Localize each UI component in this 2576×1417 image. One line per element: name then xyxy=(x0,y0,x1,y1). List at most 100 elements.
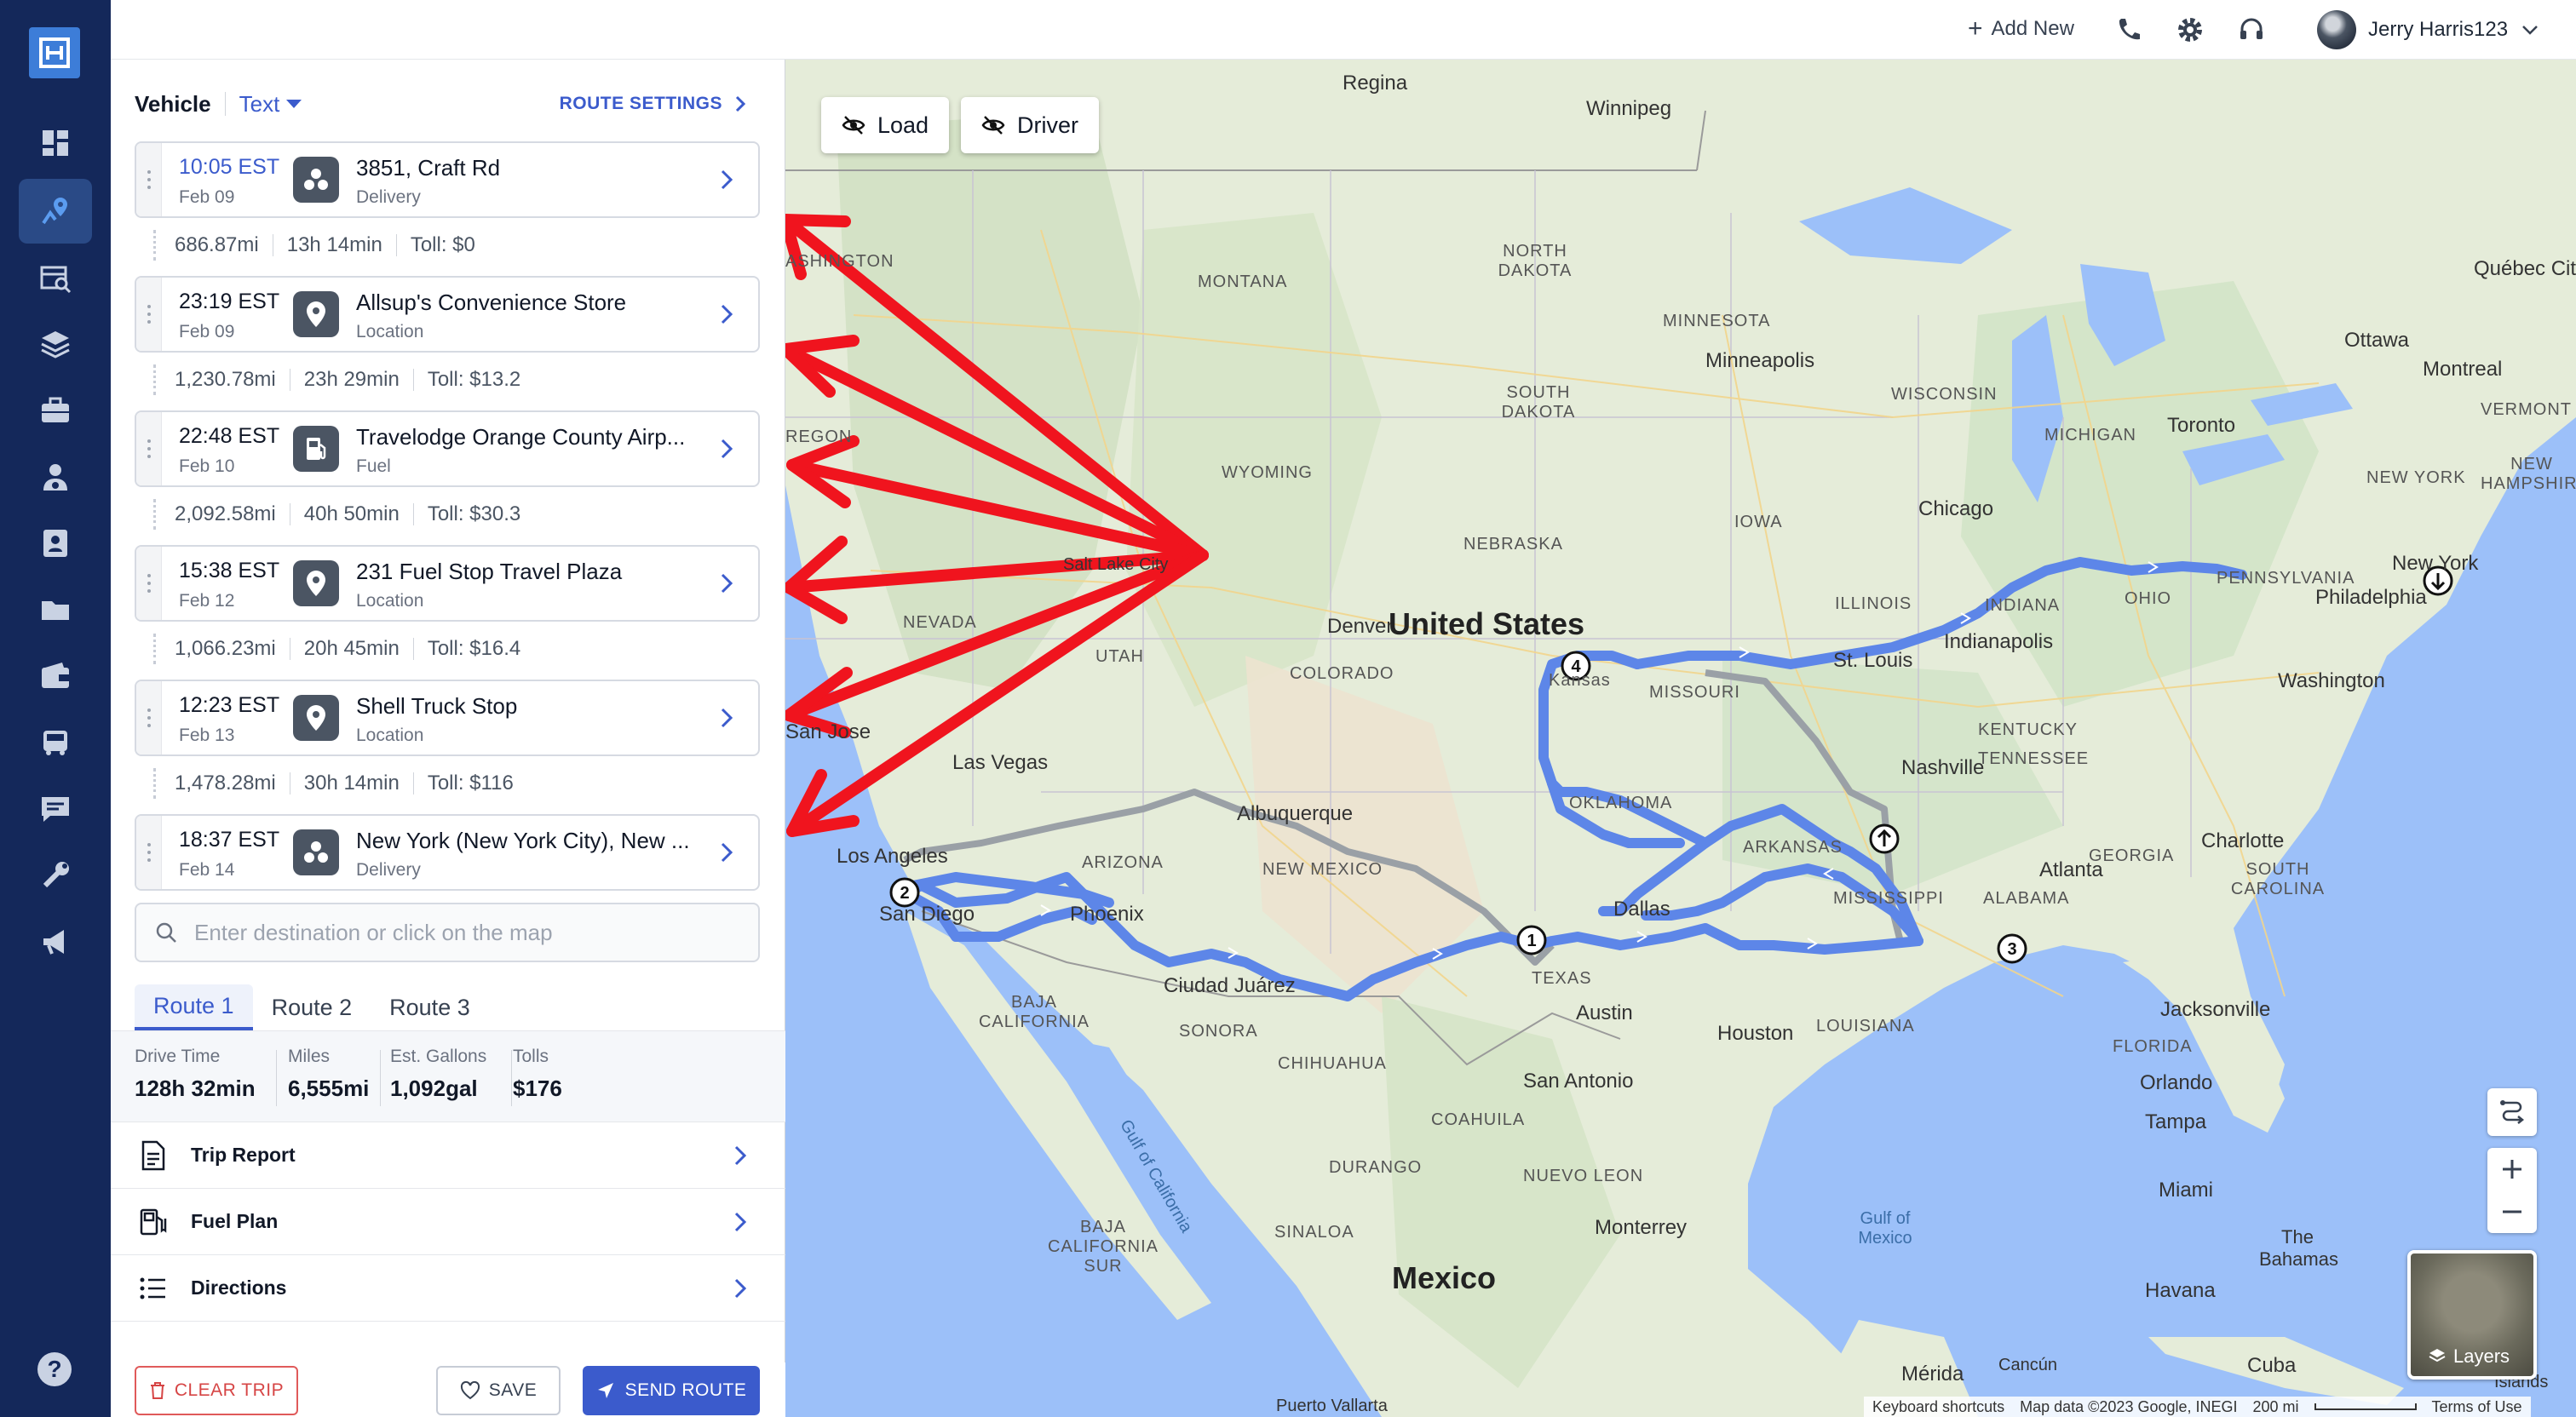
gear-icon[interactable] xyxy=(2176,15,2205,44)
stop-card[interactable]: 18:37 EST Feb 14 New York (New York City… xyxy=(135,814,760,891)
route-options-button[interactable] xyxy=(2487,1088,2537,1136)
location-pin-icon xyxy=(293,560,339,606)
drag-handle-icon[interactable] xyxy=(136,547,162,620)
fuel-plan-row[interactable]: Fuel Plan xyxy=(111,1189,785,1255)
state-label: IOWA xyxy=(1734,513,1783,531)
headset-icon[interactable] xyxy=(2237,15,2266,44)
trip-report-row[interactable]: Trip Report xyxy=(111,1122,785,1189)
trip-report-label: Trip Report xyxy=(191,1144,296,1166)
search-icon xyxy=(156,922,176,943)
nav-tools-icon[interactable] xyxy=(19,843,92,908)
leg-toll: Toll: $30.3 xyxy=(427,502,521,525)
nav-folder-icon[interactable] xyxy=(19,577,92,642)
save-button[interactable]: SAVE xyxy=(436,1366,561,1415)
state-label: BAJA CALIFORNIA SUR xyxy=(1048,1218,1159,1276)
nav-briefcase-icon[interactable] xyxy=(19,378,92,443)
nav-truck-icon[interactable] xyxy=(19,710,92,775)
chevron-right-icon[interactable] xyxy=(714,167,739,192)
stop-card[interactable]: 12:23 EST Feb 13 Shell Truck Stop Locati… xyxy=(135,680,760,756)
stop-time: 15:38 EST xyxy=(179,559,280,582)
driver-toggle-button[interactable]: Driver xyxy=(961,97,1099,153)
drag-handle-icon[interactable] xyxy=(136,681,162,754)
stop-card[interactable]: 15:38 EST Feb 12 231 Fuel Stop Travel Pl… xyxy=(135,545,760,622)
map-label: Jacksonville xyxy=(2160,998,2271,1021)
waypoint-3-label: 3 xyxy=(2007,940,2016,959)
directions-row[interactable]: Directions xyxy=(111,1255,785,1322)
stat-value: $176 xyxy=(513,1076,562,1101)
caret-down-icon xyxy=(286,100,302,108)
nav-layers-icon[interactable] xyxy=(19,312,92,376)
delivery-icon xyxy=(293,157,339,203)
zoom-in-button[interactable] xyxy=(2500,1148,2524,1190)
load-toggle-button[interactable]: Load xyxy=(821,97,950,153)
leg-miles: 1,230.78mi xyxy=(175,368,276,391)
vehicle-select[interactable]: Text xyxy=(239,91,302,118)
stop-name: Travelodge Orange County Airp... xyxy=(356,424,686,450)
add-new-button[interactable]: + Add New xyxy=(1968,14,2074,44)
delivery-icon xyxy=(293,829,339,875)
leg-summary: 1,066.23mi 20h 45min Toll: $16.4 xyxy=(153,632,520,666)
leg-miles: 1,478.28mi xyxy=(175,772,276,795)
nav-wallet-icon[interactable] xyxy=(19,644,92,708)
top-bar: + Add New Jerry Harris123 xyxy=(111,0,2576,60)
destination-search[interactable]: Enter destination or click on the map xyxy=(135,903,760,962)
state-label: OKLAHOMA xyxy=(1569,794,1673,812)
drag-handle-icon[interactable] xyxy=(136,278,162,351)
map-label: Montreal xyxy=(2423,358,2503,381)
zoom-out-button[interactable] xyxy=(2500,1190,2524,1233)
map-canvas[interactable]: 1 2 3 4 xyxy=(785,60,2576,1417)
map-label: Mérida xyxy=(1901,1362,1964,1385)
map-label: Regina xyxy=(1343,72,1408,95)
drag-handle-icon[interactable] xyxy=(136,143,162,216)
tab-route-3[interactable]: Route 3 xyxy=(371,984,489,1030)
route-map[interactable]: 1 2 3 4 Load Driver Regina Winnipeg Minn… xyxy=(785,60,2576,1417)
layers-button[interactable]: Layers xyxy=(2407,1250,2537,1380)
leg-toll: Toll: $16.4 xyxy=(427,637,521,660)
stop-card[interactable]: 10:05 EST Feb 09 3851, Craft Rd Delivery xyxy=(135,141,760,218)
state-label: TEXAS xyxy=(1532,969,1592,988)
map-label: Ottawa xyxy=(2344,329,2410,352)
leg-toll: Toll: $13.2 xyxy=(427,368,521,391)
country-label-us: United States xyxy=(1389,606,1585,641)
load-toggle-label: Load xyxy=(877,112,929,138)
drag-handle-icon[interactable] xyxy=(136,412,162,485)
send-route-button[interactable]: SEND ROUTE xyxy=(583,1366,760,1415)
keyboard-shortcuts-link[interactable]: Keyboard shortcuts xyxy=(1872,1398,2004,1416)
state-label: FLORIDA xyxy=(2113,1037,2193,1056)
tab-route-2[interactable]: Route 2 xyxy=(253,984,371,1030)
user-menu[interactable]: Jerry Harris123 xyxy=(2317,10,2540,49)
state-label: MICHIGAN xyxy=(2044,426,2136,445)
app-logo[interactable] xyxy=(29,27,80,78)
layers-text: Layers xyxy=(2453,1345,2510,1367)
plus-icon: + xyxy=(1968,14,1983,43)
drag-handle-icon[interactable] xyxy=(136,816,162,889)
map-label: Miami xyxy=(2159,1179,2213,1202)
terms-link[interactable]: Terms of Use xyxy=(2432,1398,2522,1416)
route-settings-link[interactable]: ROUTE SETTINGS xyxy=(560,89,748,119)
phone-icon[interactable] xyxy=(2114,15,2143,44)
clear-trip-button[interactable]: CLEAR TRIP xyxy=(135,1366,298,1415)
nav-route-planner-icon[interactable] xyxy=(19,179,92,244)
tab-route-1[interactable]: Route 1 xyxy=(135,984,253,1030)
map-label: Albuquerque xyxy=(1237,802,1354,825)
nav-contacts-icon[interactable] xyxy=(19,511,92,576)
chevron-right-icon[interactable] xyxy=(714,301,739,327)
help-button[interactable]: ? xyxy=(37,1352,72,1386)
chevron-right-icon[interactable] xyxy=(714,840,739,865)
stop-type: Location xyxy=(356,726,424,745)
nav-dashboard-icon[interactable] xyxy=(19,111,92,175)
chevron-right-icon[interactable] xyxy=(714,571,739,596)
search-input[interactable]: Enter destination or click on the map xyxy=(194,920,553,946)
scale-bar xyxy=(2314,1403,2417,1410)
nav-load-search-icon[interactable] xyxy=(19,245,92,310)
chevron-right-icon[interactable] xyxy=(714,436,739,462)
state-label: LOUISIANA xyxy=(1816,1017,1915,1036)
nav-megaphone-icon[interactable] xyxy=(19,909,92,974)
stop-card[interactable]: 23:19 EST Feb 09 Allsup's Convenience St… xyxy=(135,276,760,353)
stop-card[interactable]: 22:48 EST Feb 10 Travelodge Orange Count… xyxy=(135,410,760,487)
nav-chat-icon[interactable] xyxy=(19,777,92,841)
nav-driver-icon[interactable] xyxy=(19,445,92,509)
left-navigation: ? xyxy=(0,0,111,1417)
chevron-right-icon[interactable] xyxy=(714,705,739,731)
state-label: MISSISSIPPI xyxy=(1833,889,1944,908)
